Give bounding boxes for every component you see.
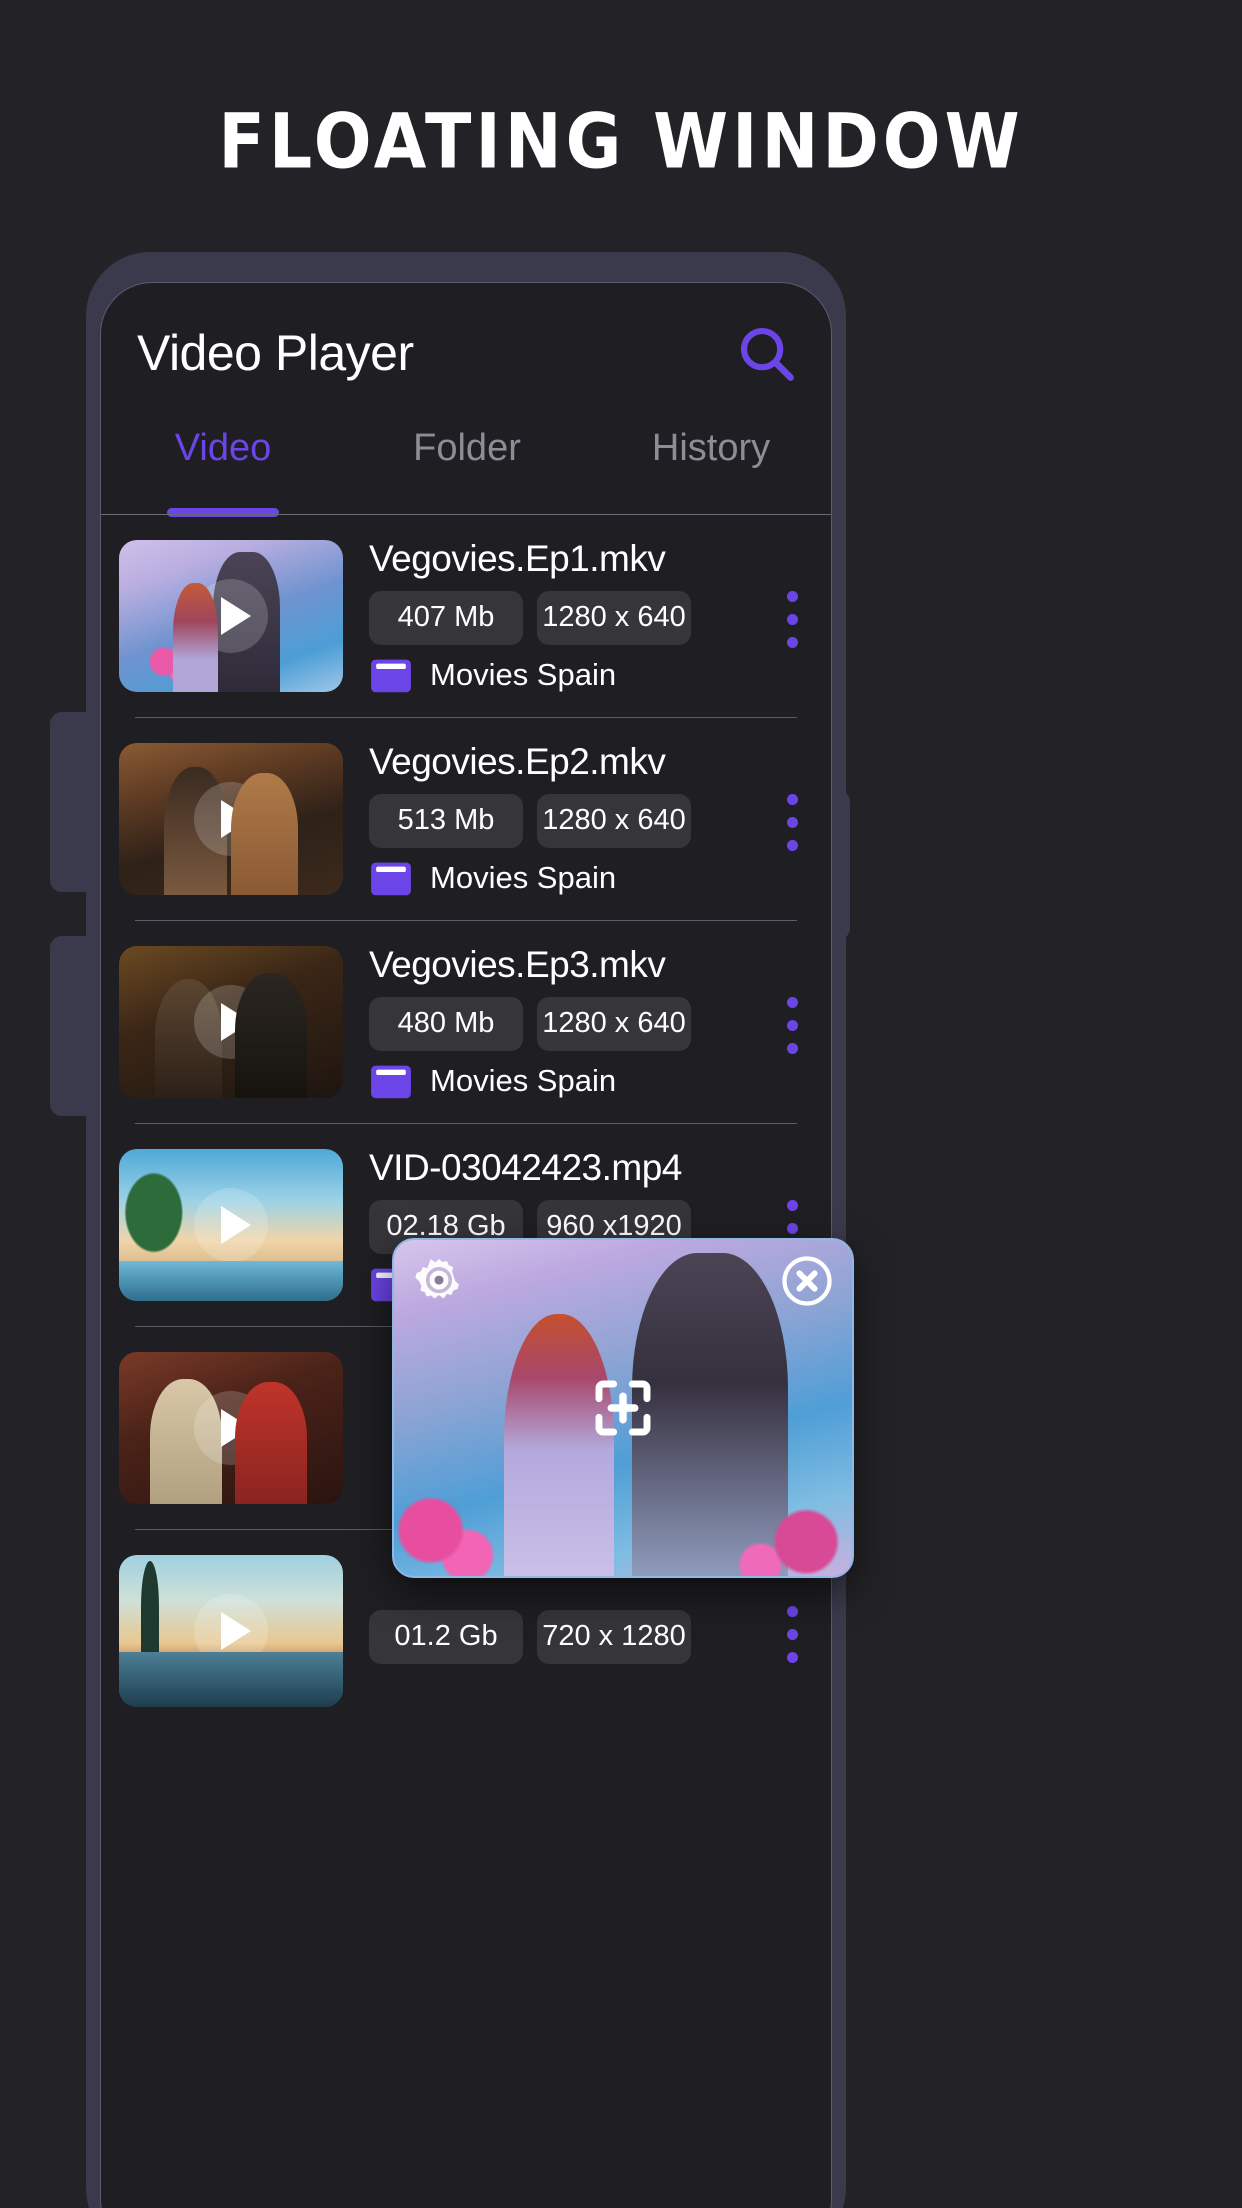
video-info: Vegovies.Ep1.mkv 407 Mb 1280 x 640 Movie… [343,538,765,694]
video-size-badge: 513 Mb [369,794,523,848]
play-icon[interactable] [194,782,268,856]
video-badges: 480 Mb 1280 x 640 [369,997,765,1051]
table-row[interactable]: Vegovies.Ep2.mkv 513 Mb 1280 x 640 Movie… [101,718,831,920]
video-info: 01.2 Gb 720 x 1280 [343,1599,765,1664]
video-thumbnail[interactable] [119,1555,343,1707]
floating-window-art [394,1461,852,1576]
folder-icon [371,1065,411,1099]
video-resolution-badge: 1280 x 640 [537,591,691,645]
tab-history-label: History [651,427,771,469]
play-icon[interactable] [194,579,268,653]
video-size-badge: 407 Mb [369,591,523,645]
kebab-menu-icon[interactable] [765,793,819,851]
video-size-badge: 480 Mb [369,997,523,1051]
kebab-menu-icon[interactable] [765,1605,819,1663]
video-badges: 407 Mb 1280 x 640 [369,591,765,645]
video-info: Vegovies.Ep2.mkv 513 Mb 1280 x 640 Movie… [343,741,765,897]
video-size-badge: 01.2 Gb [369,1609,523,1664]
video-folder: Movies Spain [369,1062,765,1100]
video-folder-name: Movies Spain [430,657,617,692]
search-icon [740,327,794,381]
video-thumbnail[interactable] [119,540,343,692]
close-icon[interactable] [780,1254,834,1308]
gear-icon[interactable] [412,1254,466,1308]
app-header: Video Player [101,283,831,423]
video-thumbnail[interactable] [119,1149,343,1301]
video-resolution-badge: 720 x 1280 [537,1609,691,1664]
play-icon[interactable] [194,1391,268,1465]
play-icon[interactable] [194,1594,268,1668]
tab-folder[interactable]: Folder [345,423,589,511]
folder-icon [371,659,411,693]
table-row[interactable]: Vegovies.Ep3.mkv 480 Mb 1280 x 640 Movie… [101,921,831,1123]
table-row[interactable]: Vegovies.Ep1.mkv 407 Mb 1280 x 640 Movie… [101,515,831,717]
page-title: FLOATING WINDOW [218,98,1024,187]
video-resolution-badge: 1280 x 640 [537,997,691,1051]
tab-video[interactable]: Video [101,423,345,517]
video-thumbnail[interactable] [119,743,343,895]
tab-history[interactable]: History [589,423,831,511]
video-file-name: Vegovies.Ep1.mkv [369,538,666,579]
tab-folder-label: Folder [413,427,521,469]
video-folder: Movies Spain [369,859,765,897]
video-badges: 513 Mb 1280 x 640 [369,794,765,848]
app-title: Video Player [137,325,414,381]
screenshot-root: FLOATING WINDOW Video Player Video Folde… [0,0,1242,2208]
video-badges: 01.2 Gb 720 x 1280 [369,1609,765,1664]
play-icon[interactable] [194,1188,268,1262]
video-resolution-badge: 1280 x 640 [537,794,691,848]
video-folder-name: Movies Spain [430,1063,617,1098]
search-button[interactable] [735,322,797,384]
video-thumbnail[interactable] [119,946,343,1098]
kebab-menu-icon[interactable] [765,590,819,648]
expand-fullscreen-icon[interactable] [591,1376,655,1440]
video-info: Vegovies.Ep3.mkv 480 Mb 1280 x 640 Movie… [343,944,765,1100]
video-folder-name: Movies Spain [430,860,617,895]
folder-icon [371,862,411,896]
video-thumbnail[interactable] [119,1352,343,1504]
video-file-name: VID-03042423.mp4 [369,1147,682,1188]
tab-bar: Video Folder History [101,423,831,517]
play-icon[interactable] [194,985,268,1059]
kebab-menu-icon[interactable] [765,996,819,1054]
video-file-name: Vegovies.Ep3.mkv [369,944,666,985]
video-folder: Movies Spain [369,656,765,694]
video-file-name: Vegovies.Ep2.mkv [369,741,666,782]
floating-window[interactable] [392,1238,854,1578]
tab-video-label: Video [174,427,272,469]
